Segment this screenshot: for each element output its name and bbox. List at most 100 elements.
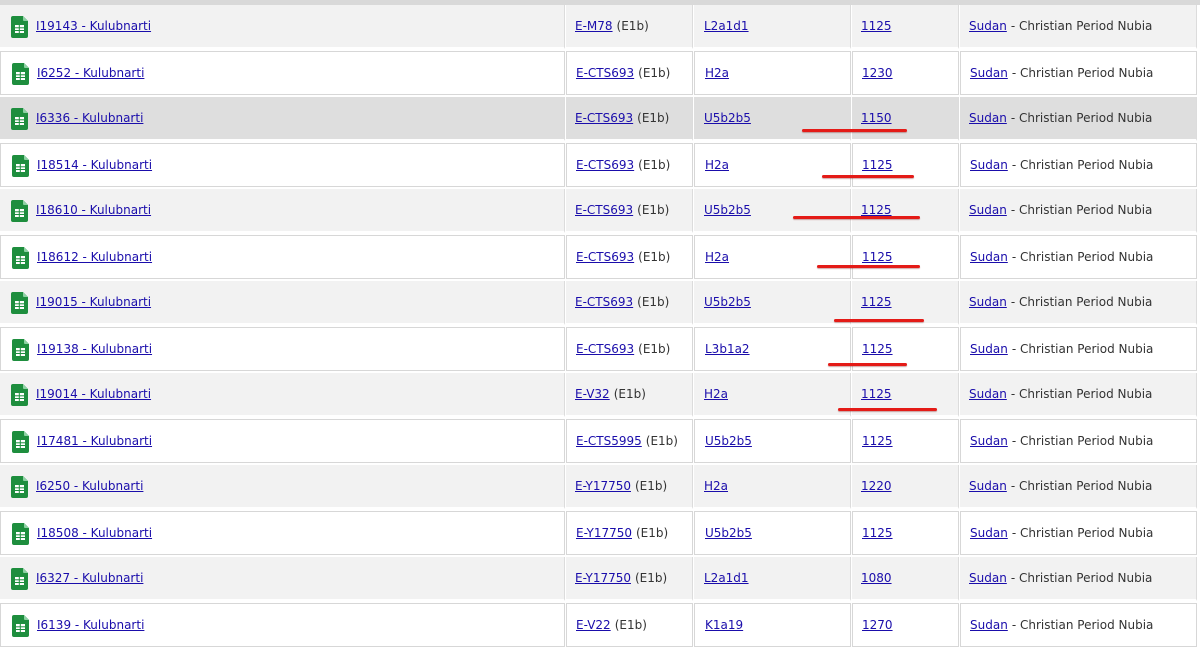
google-sheets-icon[interactable] bbox=[12, 63, 29, 85]
date-link[interactable]: 1125 bbox=[862, 434, 893, 448]
mtdna-haplogroup-link[interactable]: H2a bbox=[704, 387, 728, 401]
ydna-haplogroup-link[interactable]: E-CTS693 bbox=[576, 250, 634, 264]
country-link[interactable]: Sudan bbox=[970, 526, 1008, 540]
google-sheets-icon[interactable] bbox=[11, 16, 28, 38]
google-sheets-icon[interactable] bbox=[12, 339, 29, 361]
date-link[interactable]: 1080 bbox=[861, 571, 892, 585]
date-link[interactable]: 1125 bbox=[862, 526, 893, 540]
country-link[interactable]: Sudan bbox=[970, 66, 1008, 80]
mtdna-haplogroup-link[interactable]: L2a1d1 bbox=[704, 571, 749, 585]
country-link[interactable]: Sudan bbox=[970, 342, 1008, 356]
sample-link[interactable]: I6139 - Kulubnarti bbox=[37, 618, 144, 632]
sample-link[interactable]: I19138 - Kulubnarti bbox=[37, 342, 152, 356]
ydna-cell: E-Y17750 (E1b) bbox=[566, 511, 693, 555]
google-sheets-icon[interactable] bbox=[12, 155, 29, 177]
country-link[interactable]: Sudan bbox=[970, 618, 1008, 632]
location-cell: Sudan - Christian Period Nubia bbox=[960, 327, 1197, 371]
ydna-haplogroup-link[interactable]: E-Y17750 bbox=[575, 571, 631, 585]
country-link[interactable]: Sudan bbox=[969, 479, 1007, 493]
date-link[interactable]: 1125 bbox=[862, 342, 893, 356]
sample-link[interactable]: I18612 - Kulubnarti bbox=[37, 250, 152, 264]
sample-link[interactable]: I17481 - Kulubnarti bbox=[37, 434, 152, 448]
ydna-haplogroup-link[interactable]: E-Y17750 bbox=[575, 479, 631, 493]
sample-link[interactable]: I6252 - Kulubnarti bbox=[37, 66, 144, 80]
google-sheets-icon[interactable] bbox=[12, 247, 29, 269]
mtdna-haplogroup-link[interactable]: H2a bbox=[705, 66, 729, 80]
ydna-haplogroup-link[interactable]: E-CTS693 bbox=[576, 342, 634, 356]
date-link[interactable]: 1125 bbox=[861, 203, 892, 217]
mtdna-haplogroup-link[interactable]: K1a19 bbox=[705, 618, 743, 632]
google-sheets-icon[interactable] bbox=[12, 615, 29, 637]
mtdna-haplogroup-link[interactable]: H2a bbox=[705, 250, 729, 264]
google-sheets-icon[interactable] bbox=[12, 523, 29, 545]
google-sheets-icon[interactable] bbox=[11, 292, 28, 314]
red-annotation-underline bbox=[817, 265, 920, 268]
date-link[interactable]: 1150 bbox=[861, 111, 892, 125]
ydna-haplogroup-link[interactable]: E-Y17750 bbox=[576, 526, 632, 540]
country-link[interactable]: Sudan bbox=[969, 111, 1007, 125]
country-link[interactable]: Sudan bbox=[969, 387, 1007, 401]
ydna-haplogroup-link[interactable]: E-CTS5995 bbox=[576, 434, 642, 448]
mtdna-haplogroup-link[interactable]: U5b2b5 bbox=[704, 111, 751, 125]
ydna-haplogroup-link[interactable]: E-V32 bbox=[575, 387, 610, 401]
sample-link[interactable]: I18508 - Kulubnarti bbox=[37, 526, 152, 540]
ydna-haplogroup-link[interactable]: E-CTS693 bbox=[575, 203, 633, 217]
sample-link[interactable]: I6336 - Kulubnarti bbox=[36, 111, 143, 125]
country-link[interactable]: Sudan bbox=[970, 434, 1008, 448]
culture-label: - Christian Period Nubia bbox=[1010, 571, 1153, 585]
mtdna-cell: U5b2b5 bbox=[694, 511, 851, 555]
date-link[interactable]: 1125 bbox=[861, 295, 892, 309]
google-sheets-icon[interactable] bbox=[11, 476, 28, 498]
ydna-haplogroup-link[interactable]: E-CTS693 bbox=[576, 66, 634, 80]
ydna-group-label: (E1b) bbox=[616, 19, 649, 33]
date-link[interactable]: 1270 bbox=[862, 618, 893, 632]
sample-link[interactable]: I6327 - Kulubnarti bbox=[36, 571, 143, 585]
sample-link[interactable]: I19143 - Kulubnarti bbox=[36, 19, 151, 33]
date-link[interactable]: 1220 bbox=[861, 479, 892, 493]
table-row: I18610 - Kulubnarti E-CTS693 (E1b) U5b2b5 11… bbox=[0, 189, 1200, 235]
country-link[interactable]: Sudan bbox=[969, 19, 1007, 33]
date-link[interactable]: 1125 bbox=[861, 19, 892, 33]
google-sheets-icon[interactable] bbox=[11, 568, 28, 590]
ydna-haplogroup-link[interactable]: E-CTS693 bbox=[576, 158, 634, 172]
mtdna-haplogroup-link[interactable]: L2a1d1 bbox=[704, 19, 749, 33]
date-link[interactable]: 1125 bbox=[862, 158, 893, 172]
sample-link[interactable]: I18514 - Kulubnarti bbox=[37, 158, 152, 172]
ydna-haplogroup-link[interactable]: E-M78 bbox=[575, 19, 613, 33]
mtdna-haplogroup-link[interactable]: H2a bbox=[705, 158, 729, 172]
country-link[interactable]: Sudan bbox=[969, 571, 1007, 585]
country-link[interactable]: Sudan bbox=[969, 203, 1007, 217]
culture-label: - Christian Period Nubia bbox=[1010, 387, 1153, 401]
ydna-haplogroup-link[interactable]: E-CTS693 bbox=[575, 295, 633, 309]
google-sheets-icon[interactable] bbox=[11, 384, 28, 406]
mtdna-haplogroup-link[interactable]: U5b2b5 bbox=[704, 295, 751, 309]
sample-link[interactable]: I6250 - Kulubnarti bbox=[36, 479, 143, 493]
ydna-haplogroup-link[interactable]: E-CTS693 bbox=[575, 111, 633, 125]
google-sheets-icon[interactable] bbox=[12, 431, 29, 453]
google-sheets-icon[interactable] bbox=[11, 200, 28, 222]
country-link[interactable]: Sudan bbox=[969, 295, 1007, 309]
sample-link[interactable]: I19014 - Kulubnarti bbox=[36, 387, 151, 401]
date-link[interactable]: 1230 bbox=[862, 66, 893, 80]
red-annotation-underline bbox=[838, 408, 937, 411]
country-link[interactable]: Sudan bbox=[970, 250, 1008, 264]
mtdna-haplogroup-link[interactable]: U5b2b5 bbox=[705, 434, 752, 448]
mtdna-cell: H2a bbox=[694, 51, 851, 95]
ydna-cell: E-CTS693 (E1b) bbox=[566, 189, 693, 233]
ydna-cell: E-CTS693 (E1b) bbox=[566, 327, 693, 371]
sample-link[interactable]: I19015 - Kulubnarti bbox=[36, 295, 151, 309]
ydna-group-label: (E1b) bbox=[637, 111, 670, 125]
google-sheets-icon[interactable] bbox=[11, 108, 28, 130]
mtdna-haplogroup-link[interactable]: U5b2b5 bbox=[704, 203, 751, 217]
country-link[interactable]: Sudan bbox=[970, 158, 1008, 172]
date-link[interactable]: 1125 bbox=[861, 387, 892, 401]
location-cell: Sudan - Christian Period Nubia bbox=[960, 189, 1197, 233]
ydna-haplogroup-link[interactable]: E-V22 bbox=[576, 618, 611, 632]
mtdna-haplogroup-link[interactable]: L3b1a2 bbox=[705, 342, 750, 356]
table-row: I17481 - Kulubnarti E-CTS5995 (E1b) U5b2b5 1… bbox=[0, 419, 1200, 465]
mtdna-haplogroup-link[interactable]: U5b2b5 bbox=[705, 526, 752, 540]
mtdna-haplogroup-link[interactable]: H2a bbox=[704, 479, 728, 493]
date-link[interactable]: 1125 bbox=[862, 250, 893, 264]
red-annotation-underline bbox=[834, 319, 924, 322]
sample-link[interactable]: I18610 - Kulubnarti bbox=[36, 203, 151, 217]
